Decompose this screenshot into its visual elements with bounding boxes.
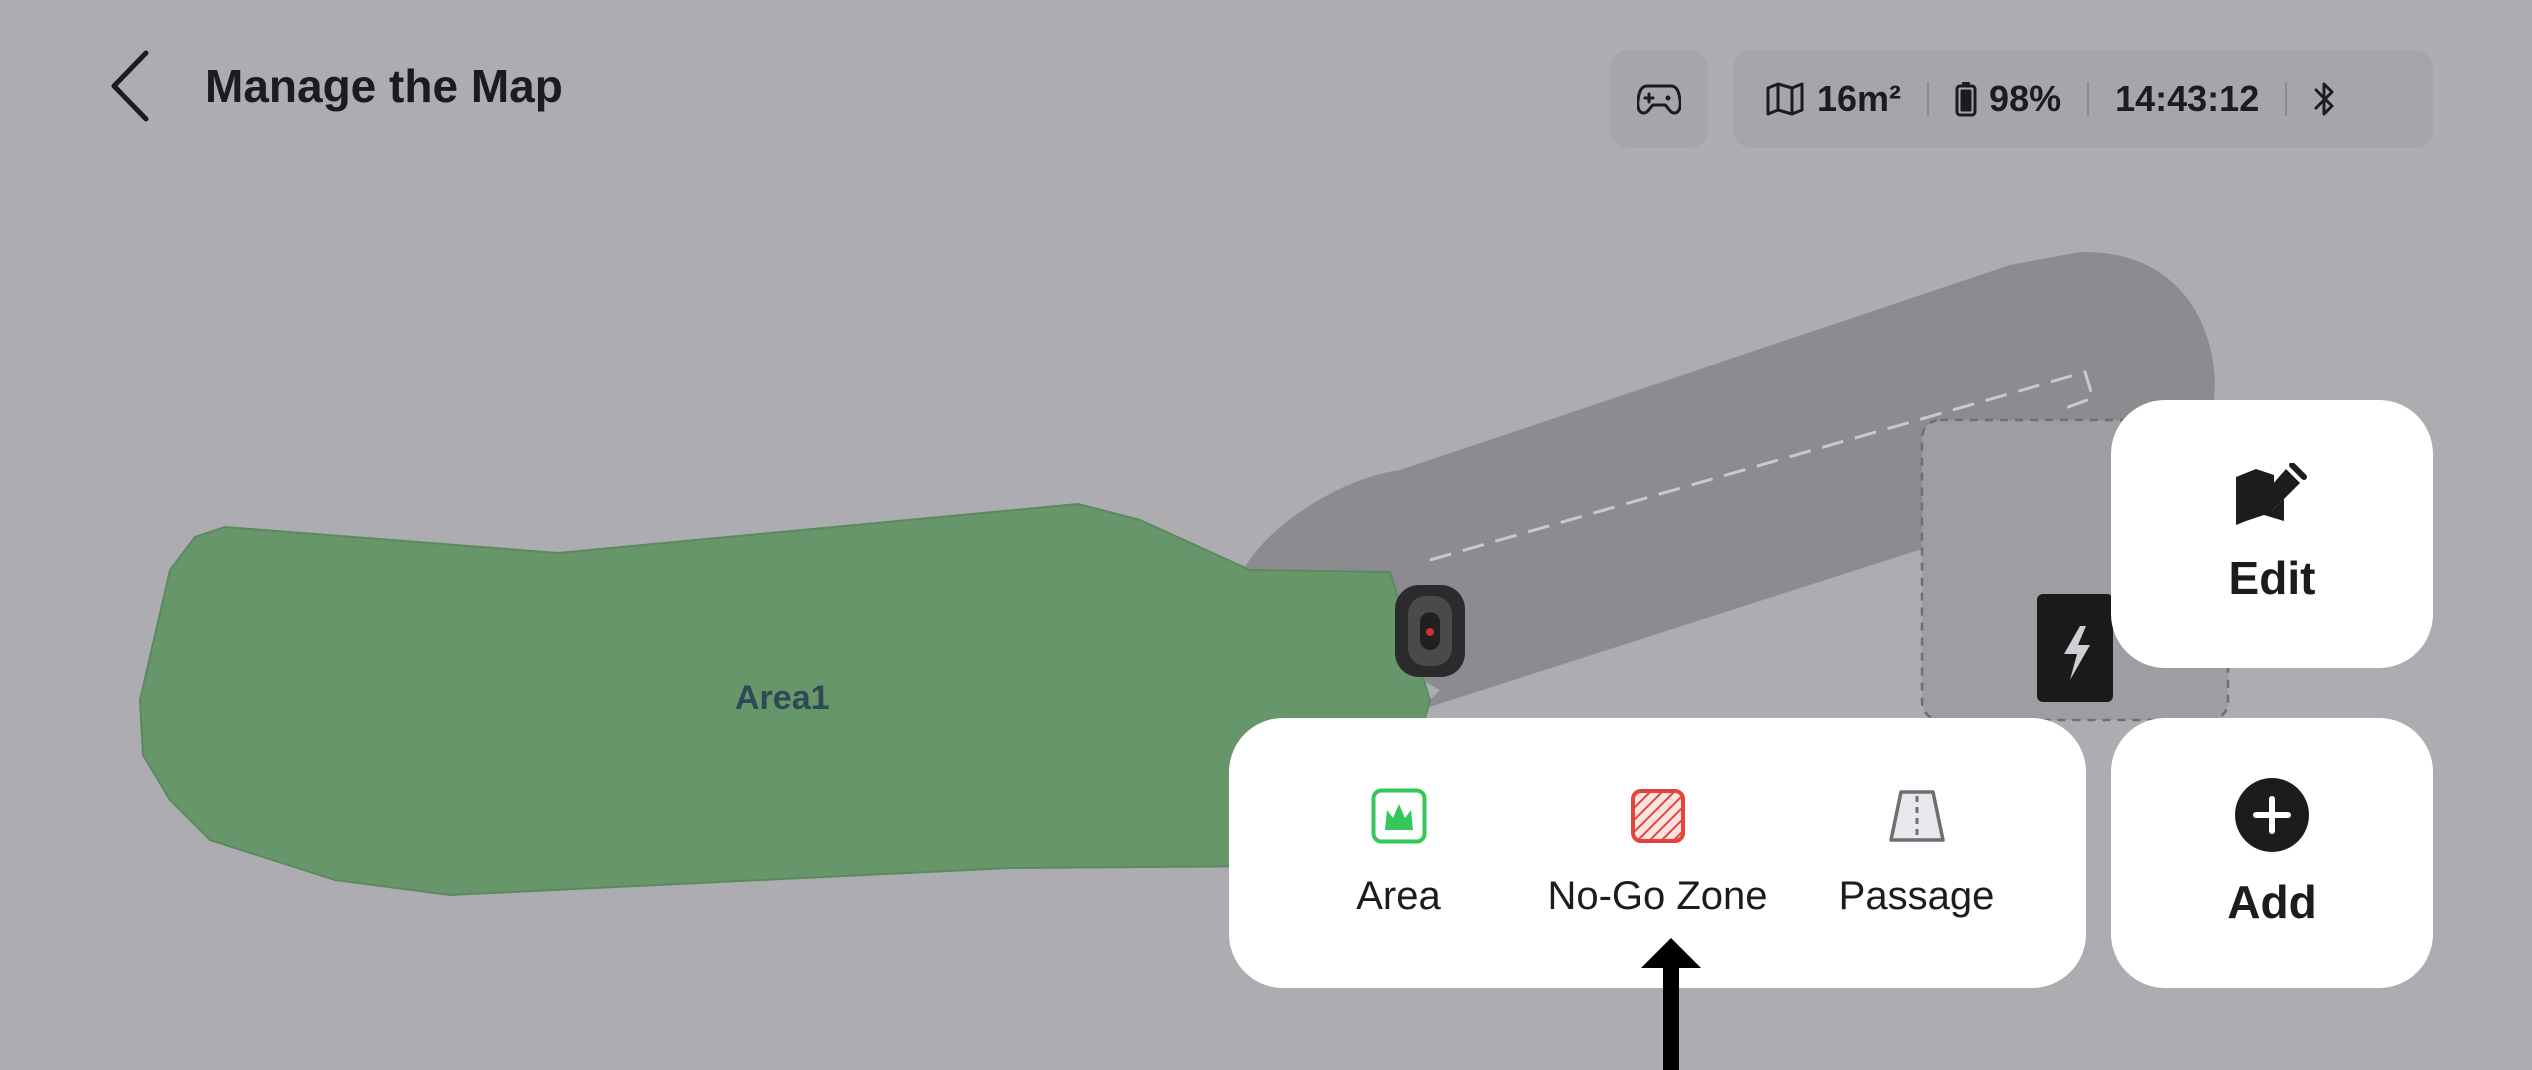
page-title: Manage the Map (205, 60, 563, 112)
no-go-zone-option-label: No-Go Zone (1547, 873, 1768, 918)
map-area-value: 16m² (1817, 78, 1902, 119)
map-icon (1766, 82, 1804, 116)
pointer-arrow (1641, 938, 1701, 1070)
area1-label: Area1 (735, 679, 830, 717)
add-area-option[interactable]: Area (1269, 788, 1528, 919)
charging-dock-icon (2037, 594, 2113, 702)
plus-circle-icon (2235, 778, 2309, 852)
map-screen: Area1 Manage the Map 16m² 98% 14:43:12 E… (0, 0, 2532, 1070)
divider (1927, 82, 1930, 116)
mower-robot-icon (1395, 585, 1465, 677)
passage-icon (1888, 789, 1945, 842)
add-no-go-zone-option[interactable]: No-Go Zone (1528, 788, 1787, 919)
divider (2087, 82, 2090, 116)
bluetooth-status (2313, 79, 2337, 119)
status-bar: 16m² 98% 14:43:12 (1733, 50, 2433, 148)
area-grass-icon (1371, 788, 1426, 843)
remote-control-button[interactable] (1610, 50, 1708, 148)
time-value: 14:43:12 (2115, 78, 2260, 119)
area-option-label: Area (1356, 873, 1441, 918)
battery-value: 98% (1989, 78, 2062, 119)
add-passage-option[interactable]: Passage (1787, 788, 2046, 919)
passage-option-label: Passage (1838, 873, 1995, 918)
back-button[interactable] (100, 44, 160, 128)
battery-icon (1955, 82, 1977, 117)
gamepad-icon (1637, 84, 1681, 115)
edit-label: Edit (2228, 552, 2316, 604)
chevron-left-icon (111, 50, 149, 122)
battery-status: 98% (1955, 78, 2061, 120)
divider (2285, 82, 2288, 116)
edit-button[interactable]: Edit (2111, 400, 2433, 668)
no-go-zone-icon (1630, 788, 1685, 843)
add-button[interactable]: Add (2111, 718, 2433, 988)
add-label: Add (2227, 876, 2317, 928)
map-area-status: 16m² (1765, 78, 1901, 120)
time-status: 14:43:12 (2115, 78, 2259, 120)
bluetooth-icon (2314, 82, 2334, 116)
map-edit-icon (2236, 463, 2307, 525)
